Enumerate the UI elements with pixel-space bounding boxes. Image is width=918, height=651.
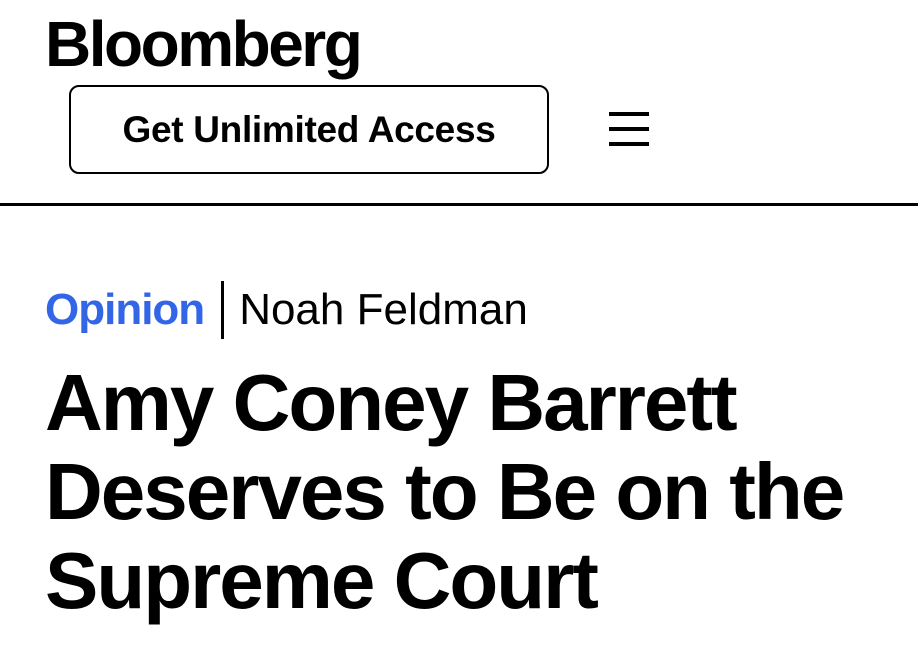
get-unlimited-access-button[interactable]: Get Unlimited Access (69, 85, 549, 174)
hamburger-menu-glyph (609, 112, 649, 146)
byline-divider (221, 281, 225, 339)
section-label-opinion[interactable]: Opinion (45, 285, 205, 335)
access-button-label: Get Unlimited Access (122, 108, 496, 150)
bloomberg-logo[interactable]: Bloomberg (45, 4, 363, 84)
article-headline: Amy Coney Barrett Deserves to Be on the … (45, 358, 845, 625)
site-header: Bloomberg Get Unlimited Access (0, 0, 918, 206)
author-name[interactable]: Noah Feldman (239, 285, 528, 335)
article-byline: Opinion Noah Feldman (45, 280, 528, 340)
hamburger-menu-icon[interactable] (606, 108, 652, 150)
